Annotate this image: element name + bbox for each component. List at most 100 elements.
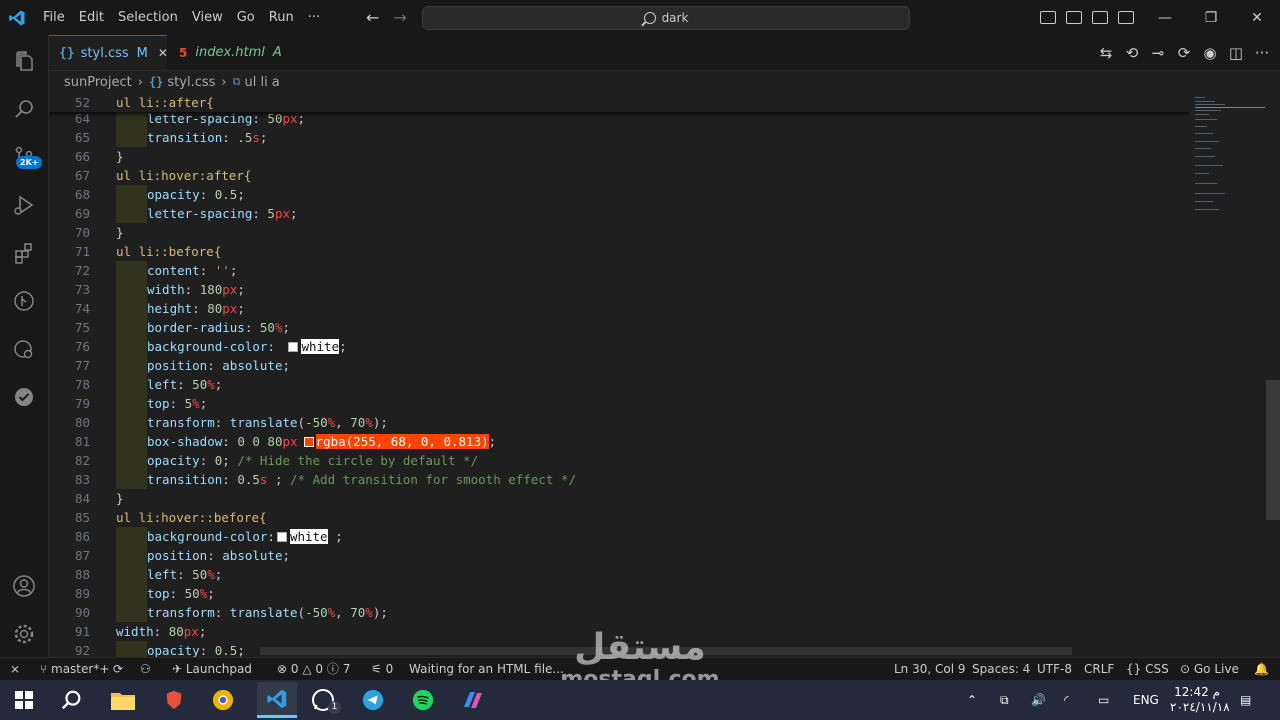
- sync-icon[interactable]: ⟳: [113, 658, 123, 681]
- whatsapp-icon[interactable]: 1: [307, 684, 341, 716]
- command-center-search[interactable]: dark: [422, 6, 910, 30]
- menu-file[interactable]: File: [36, 0, 72, 35]
- forward-arrow-icon[interactable]: →: [393, 8, 406, 27]
- vertical-scrollbar[interactable]: [1266, 93, 1280, 657]
- menu-view[interactable]: View: [185, 0, 230, 35]
- code-line[interactable]: 88 left: 50%;: [49, 565, 1189, 584]
- language-mode[interactable]: {} CSS: [1126, 658, 1169, 681]
- code-line[interactable]: 80 transform: translate(-50%, 70%);: [49, 413, 1189, 432]
- code-line[interactable]: 76 background-color: white;: [49, 337, 1189, 356]
- volume-icon[interactable]: 🔊: [1031, 680, 1046, 720]
- tab-styl-css[interactable]: {} styl.css M ✕: [49, 35, 168, 70]
- code-line[interactable]: 78 left: 50%;: [49, 375, 1189, 394]
- go-forward-change-icon[interactable]: ⟳: [1176, 44, 1192, 62]
- close-window-button[interactable]: ✕: [1234, 0, 1280, 35]
- code-line[interactable]: 79 top: 5%;: [49, 394, 1189, 413]
- toggle-primary-sidebar-icon[interactable]: [1040, 11, 1056, 24]
- menu-more[interactable]: ···: [301, 0, 327, 35]
- vscode-taskbar-icon[interactable]: [257, 682, 297, 718]
- clock[interactable]: 12:42 م ٢٠٢٤/١١/١٨: [1170, 685, 1230, 717]
- problems-status[interactable]: ⊗ 0 △ 0 ⓘ 7: [277, 658, 350, 681]
- code-editor[interactable]: 52 ul li::after{ 64 letter-spacing: 50px; …: [49, 93, 1189, 657]
- code-line[interactable]: 90 transform: translate(-50%, 70%);: [49, 603, 1189, 622]
- compare-changes-icon[interactable]: ⇆: [1098, 44, 1114, 62]
- code-line[interactable]: 87 position: absolute;: [49, 546, 1189, 565]
- search-activity-icon[interactable]: [0, 85, 48, 133]
- git-graph-status-icon[interactable]: ⚇: [140, 658, 151, 681]
- go-back-change-icon[interactable]: ⟲: [1124, 44, 1140, 62]
- remote-explorer-icon[interactable]: [0, 325, 48, 373]
- minimize-button[interactable]: —: [1142, 0, 1188, 35]
- notifications-bell-icon[interactable]: 🔔: [1254, 658, 1269, 681]
- testing-check-icon[interactable]: [0, 373, 48, 421]
- breadcrumb-file[interactable]: styl.css: [167, 75, 215, 90]
- color-swatch-orange[interactable]: [303, 437, 314, 447]
- settings-gear-icon[interactable]: [0, 610, 48, 658]
- horizontal-scrollbar-thumb[interactable]: [260, 647, 1072, 655]
- run-debug-icon[interactable]: [0, 181, 48, 229]
- code-line[interactable]: 84}: [49, 489, 1189, 508]
- chrome-browser-icon[interactable]: [207, 684, 239, 716]
- explorer-icon[interactable]: [0, 37, 48, 85]
- vertical-scrollbar-thumb[interactable]: [1266, 380, 1280, 520]
- toggle-secondary-sidebar-icon[interactable]: [1092, 11, 1108, 24]
- code-line[interactable]: 85 ul li:hover::before{: [49, 508, 1189, 527]
- brave-browser-icon[interactable]: [158, 684, 190, 716]
- restore-button[interactable]: ❐: [1188, 0, 1234, 35]
- show-hidden-icons-chevron-icon[interactable]: ⌃: [967, 680, 977, 720]
- more-actions-icon[interactable]: ···: [1254, 44, 1270, 62]
- breadcrumb-symbol[interactable]: ul li a: [244, 75, 279, 90]
- file-explorer-icon[interactable]: [107, 684, 139, 716]
- code-line[interactable]: 77 position: absolute;: [49, 356, 1189, 375]
- copilot-icon[interactable]: [457, 684, 489, 716]
- code-line[interactable]: 91 width: 80px;: [49, 622, 1189, 641]
- branch-status[interactable]: ⑂ master*+: [40, 658, 109, 681]
- code-line[interactable]: 67 ul li:hover:after{: [49, 166, 1189, 185]
- wifi-icon[interactable]: ◜: [1064, 680, 1069, 720]
- encoding-status[interactable]: UTF-8: [1037, 658, 1072, 681]
- windows-start-icon[interactable]: [8, 684, 40, 716]
- taskbar-search-icon[interactable]: [56, 684, 88, 716]
- notification-center-icon[interactable]: ▤: [1240, 680, 1251, 720]
- code-line[interactable]: 69 letter-spacing: 5px;: [49, 204, 1189, 223]
- spotify-icon[interactable]: [407, 684, 439, 716]
- input-language[interactable]: ENG: [1133, 680, 1159, 720]
- sticky-scroll-line[interactable]: 52 ul li::after{: [49, 93, 1189, 112]
- customize-layout-icon[interactable]: [1118, 11, 1134, 24]
- menu-edit[interactable]: Edit: [72, 0, 111, 35]
- color-swatch-white[interactable]: [276, 532, 287, 542]
- code-line[interactable]: 66}: [49, 147, 1189, 166]
- code-line[interactable]: 72 content: '';: [49, 261, 1189, 280]
- code-line[interactable]: 71 ul li::before{: [49, 242, 1189, 261]
- timeline-dot-icon[interactable]: ⊸: [1150, 44, 1166, 62]
- eol-status[interactable]: CRLF: [1084, 658, 1114, 681]
- taskbar-app-tray-icon[interactable]: ⧉: [1000, 680, 1009, 720]
- ports-status[interactable]: ⚟ 0: [371, 658, 393, 681]
- launchpad-status[interactable]: ✈ Launchpad: [172, 658, 252, 681]
- code-line[interactable]: 83 transition: 0.5s ; /* Add transition f…: [49, 470, 1189, 489]
- split-editor-icon[interactable]: ◫: [1228, 44, 1244, 62]
- code-line[interactable]: 70}: [49, 223, 1189, 242]
- menu-go[interactable]: Go: [230, 0, 262, 35]
- back-arrow-icon[interactable]: ←: [366, 8, 379, 27]
- remote-indicator-icon[interactable]: ⨯: [10, 658, 20, 681]
- go-live-button[interactable]: ⊙ Go Live: [1180, 658, 1239, 681]
- toggle-panel-icon[interactable]: [1066, 11, 1082, 24]
- code-line[interactable]: 81 box-shadow: 0 0 80px rgba(255, 68, 0, 0…: [49, 432, 1189, 451]
- git-graph-action-icon[interactable]: ◉: [1202, 44, 1218, 62]
- menu-run[interactable]: Run: [262, 0, 301, 35]
- code-line[interactable]: 82 opacity: 0; /* Hide the circle by defa…: [49, 451, 1189, 470]
- minimap[interactable]: [1189, 93, 1269, 657]
- accounts-icon[interactable]: [0, 562, 48, 610]
- breadcrumb-folder[interactable]: sunProject: [64, 75, 132, 90]
- code-line[interactable]: 75 border-radius: 50%;: [49, 318, 1189, 337]
- code-line[interactable]: 68 opacity: 0.5;: [49, 185, 1189, 204]
- battery-icon[interactable]: ▭: [1098, 680, 1109, 720]
- menu-selection[interactable]: Selection: [111, 0, 185, 35]
- code-line[interactable]: 74 height: 80px;: [49, 299, 1189, 318]
- code-line[interactable]: 89 top: 50%;: [49, 584, 1189, 603]
- tab-index-html[interactable]: 5 index.html A: [167, 35, 289, 70]
- color-swatch-white[interactable]: [288, 342, 299, 352]
- git-graph-icon[interactable]: [0, 277, 48, 325]
- code-line[interactable]: 65 transition: .5s;: [49, 128, 1189, 147]
